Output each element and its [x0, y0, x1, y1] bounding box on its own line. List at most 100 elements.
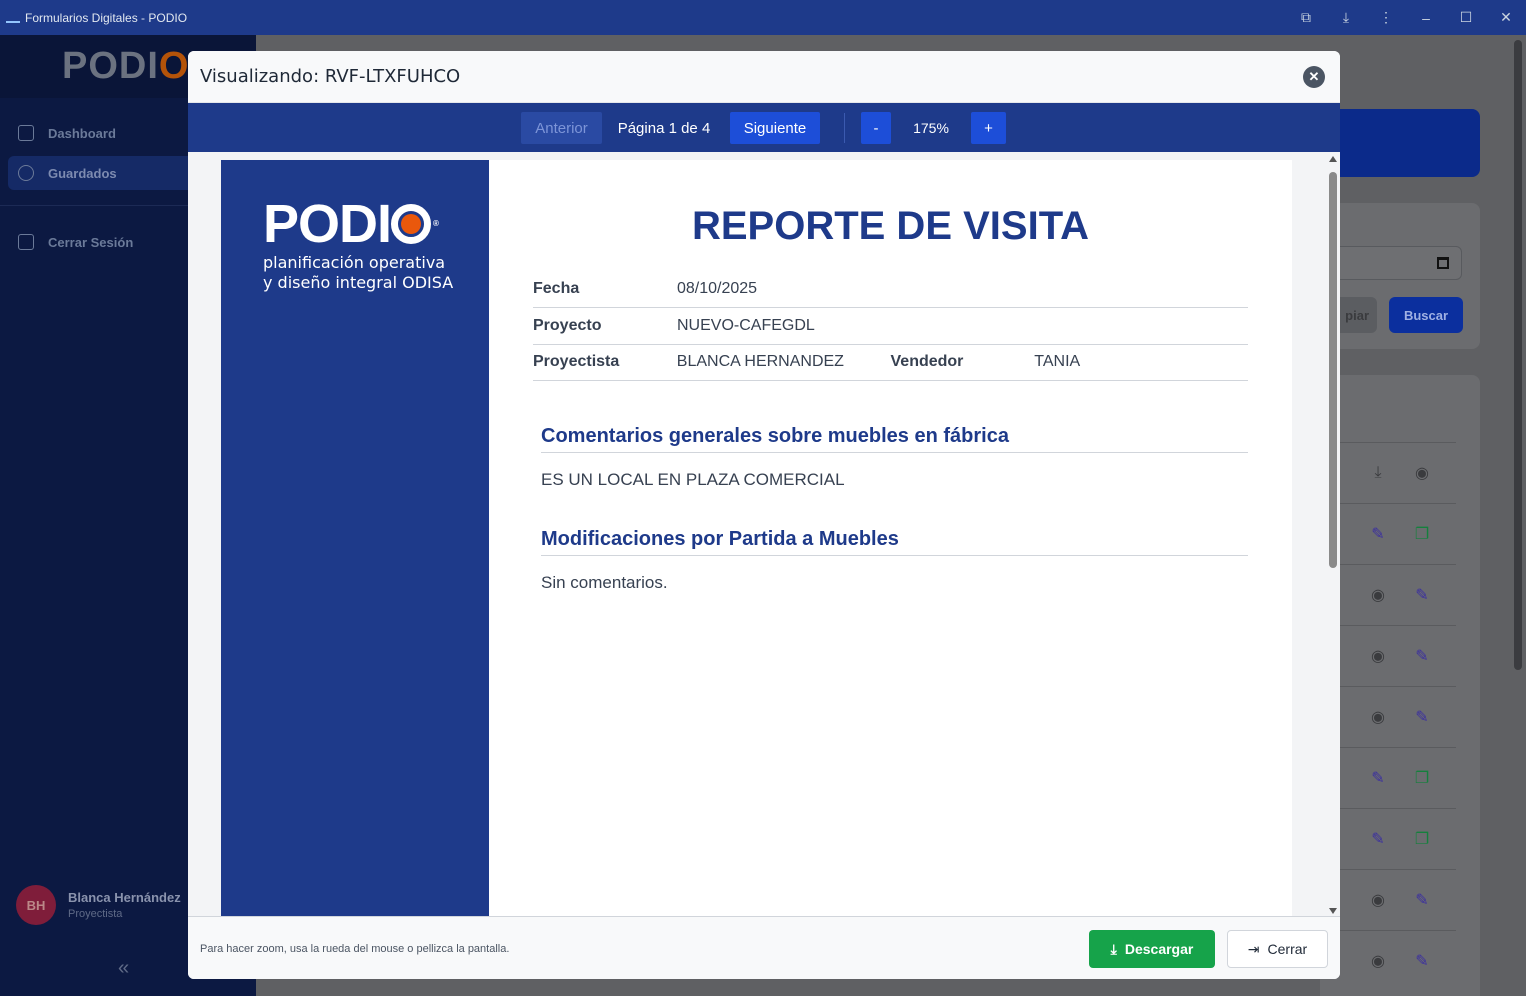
scroll-down-icon[interactable] — [1329, 908, 1337, 914]
modal-header: Visualizando: RVF-LTXFUHCO ✕ — [188, 51, 1340, 103]
sidebar-item-label: Dashboard — [48, 125, 116, 141]
scroll-up-icon[interactable] — [1329, 156, 1337, 162]
zoom-level: 175% — [913, 120, 949, 136]
section-text: Sin comentarios. — [541, 573, 668, 592]
eye-icon[interactable]: ◉ — [1413, 464, 1431, 482]
modal-footer: Para hacer zoom, usa la rueda del mouse … — [188, 916, 1340, 979]
zoom-in-button[interactable]: + — [971, 112, 1006, 144]
calendar-icon — [1437, 257, 1449, 269]
edit-icon[interactable]: ✎ — [1413, 708, 1431, 726]
search-button[interactable]: Buscar — [1389, 297, 1463, 333]
proyecto-value: NUEVO-CAFEGDL — [677, 317, 815, 334]
copy-icon[interactable]: ❐ — [1413, 830, 1431, 848]
brand-name: PODI — [263, 194, 392, 254]
sidebar-item-logout[interactable]: Cerrar Sesión — [8, 225, 208, 259]
edit-icon[interactable]: ✎ — [1413, 586, 1431, 604]
eye-icon[interactable]: ◉ — [1369, 891, 1387, 909]
fecha-label: Fecha — [533, 280, 580, 297]
row-divider — [1340, 686, 1456, 687]
exit-icon: ⇥ — [1247, 940, 1260, 957]
section-text: ES UN LOCAL EN PLAZA COMERCIAL — [541, 470, 845, 489]
modal-title: Visualizando: RVF-LTXFUHCO — [200, 66, 461, 87]
row-divider — [1340, 747, 1456, 748]
more-icon[interactable]: ⋮ — [1366, 0, 1406, 35]
sidebar-item-dashboard[interactable]: Dashboard — [8, 116, 208, 150]
info-row-proyecto: Proyecto NUEVO-CAFEGDL — [533, 308, 1248, 345]
close-button[interactable]: ⇥ Cerrar — [1227, 930, 1328, 968]
edit-icon[interactable]: ✎ — [1413, 647, 1431, 665]
page-indicator: Página 1 de 4 — [617, 119, 711, 137]
window-title: Formularios Digitales - PODIO — [25, 10, 188, 25]
minimize-icon[interactable]: – — [1406, 0, 1446, 35]
brand-o-mark — [391, 204, 432, 244]
pdf-page: PODI ® planificación operativa y diseño i… — [221, 160, 1292, 916]
previous-page-button[interactable]: Anterior — [521, 112, 602, 144]
pdf-toolbar: Anterior Página 1 de 4 Siguiente - 175% … — [188, 103, 1340, 152]
document-viewer-modal: Visualizando: RVF-LTXFUHCO ✕ Anterior Pá… — [188, 51, 1340, 979]
fecha-value: 08/10/2025 — [677, 280, 758, 297]
copy-icon[interactable]: ❐ — [1413, 769, 1431, 787]
copy-icon[interactable]: ❐ — [1413, 525, 1431, 543]
download-label: Descargar — [1124, 941, 1194, 957]
eye-icon[interactable]: ◉ — [1369, 952, 1387, 970]
row-divider — [1340, 503, 1456, 504]
row-divider — [1340, 869, 1456, 870]
pdf-viewport[interactable]: PODI ® planificación operativa y diseño i… — [188, 152, 1340, 916]
download-icon[interactable]: ⤓ — [1326, 0, 1366, 35]
row-divider — [1340, 625, 1456, 626]
eye-icon[interactable]: ◉ — [1369, 708, 1387, 726]
close-icon[interactable]: ✕ — [1486, 0, 1526, 35]
info-row-proyectista: Proyectista BLANCA HERNANDEZ Vendedor TA… — [533, 344, 1248, 381]
edit-icon[interactable]: ✎ — [1413, 891, 1431, 909]
edit-icon[interactable]: ✎ — [1413, 952, 1431, 970]
row-divider — [1340, 808, 1456, 809]
user-name: Blanca Hernández — [68, 890, 181, 905]
brand-tagline-1: planificación operativa — [263, 253, 446, 272]
sidebar-item-guardados[interactable]: Guardados — [8, 156, 208, 190]
download-button[interactable]: ⤓ Descargar — [1089, 930, 1215, 968]
download-icon[interactable]: ⤓ — [1369, 464, 1387, 482]
user-profile[interactable]: BH Blanca Hernández Proyectista — [16, 885, 181, 925]
logo-text: PODIO — [62, 45, 190, 87]
brand-tagline-2: y diseño integral ODISA — [263, 273, 454, 292]
edit-icon[interactable]: ✎ — [1369, 525, 1387, 543]
viewer-scrollbar[interactable] — [1328, 156, 1338, 914]
zoom-out-button[interactable]: - — [861, 112, 891, 144]
maximize-icon[interactable]: ☐ — [1446, 0, 1486, 35]
vendedor-value: TANIA — [1034, 353, 1081, 370]
row-divider — [1340, 930, 1456, 931]
close-label: Cerrar — [1267, 941, 1308, 957]
row-divider — [1340, 442, 1456, 443]
document-content: REPORTE DE VISITA Fecha 08/10/2025 Proye… — [489, 160, 1292, 916]
vendedor-label: Vendedor — [890, 353, 964, 370]
row-divider — [1340, 564, 1456, 565]
app-icon — [6, 13, 20, 23]
toolbar-separator — [844, 113, 845, 143]
next-page-button[interactable]: Siguiente — [730, 112, 820, 144]
download-icon: ⤓ — [1110, 940, 1117, 957]
edit-icon[interactable]: ✎ — [1369, 769, 1387, 787]
puzzle-icon[interactable]: ⧉ — [1286, 0, 1326, 35]
eye-icon[interactable]: ◉ — [1369, 647, 1387, 665]
avatar: BH — [16, 885, 56, 925]
brand-sidebar: PODI ® planificación operativa y diseño i… — [221, 160, 489, 916]
logout-icon — [18, 234, 34, 250]
date-filter-input[interactable] — [1330, 246, 1462, 280]
collapse-sidebar-icon[interactable]: « — [118, 957, 129, 980]
close-modal-icon[interactable]: ✕ — [1303, 66, 1325, 88]
grid-icon — [18, 125, 34, 141]
section-heading: Modificaciones por Partida a Muebles — [541, 528, 1248, 556]
page-scrollbar[interactable] — [1514, 40, 1522, 670]
scroll-thumb[interactable] — [1329, 172, 1337, 568]
podio-logo: PODI ® planificación operativa y diseño i… — [263, 194, 454, 292]
proyectista-label: Proyectista — [533, 353, 620, 370]
proyecto-label: Proyecto — [533, 317, 602, 334]
section-heading: Comentarios generales sobre muebles en f… — [541, 425, 1248, 453]
document-title: REPORTE DE VISITA — [691, 204, 1090, 248]
eye-icon[interactable]: ◉ — [1369, 586, 1387, 604]
zoom-hint: Para hacer zoom, usa la rueda del mouse … — [200, 943, 510, 955]
edit-icon[interactable]: ✎ — [1369, 830, 1387, 848]
sidebar-item-label: Cerrar Sesión — [48, 234, 134, 250]
info-row-fecha: Fecha 08/10/2025 — [533, 271, 1248, 308]
header-banner — [1320, 109, 1480, 177]
